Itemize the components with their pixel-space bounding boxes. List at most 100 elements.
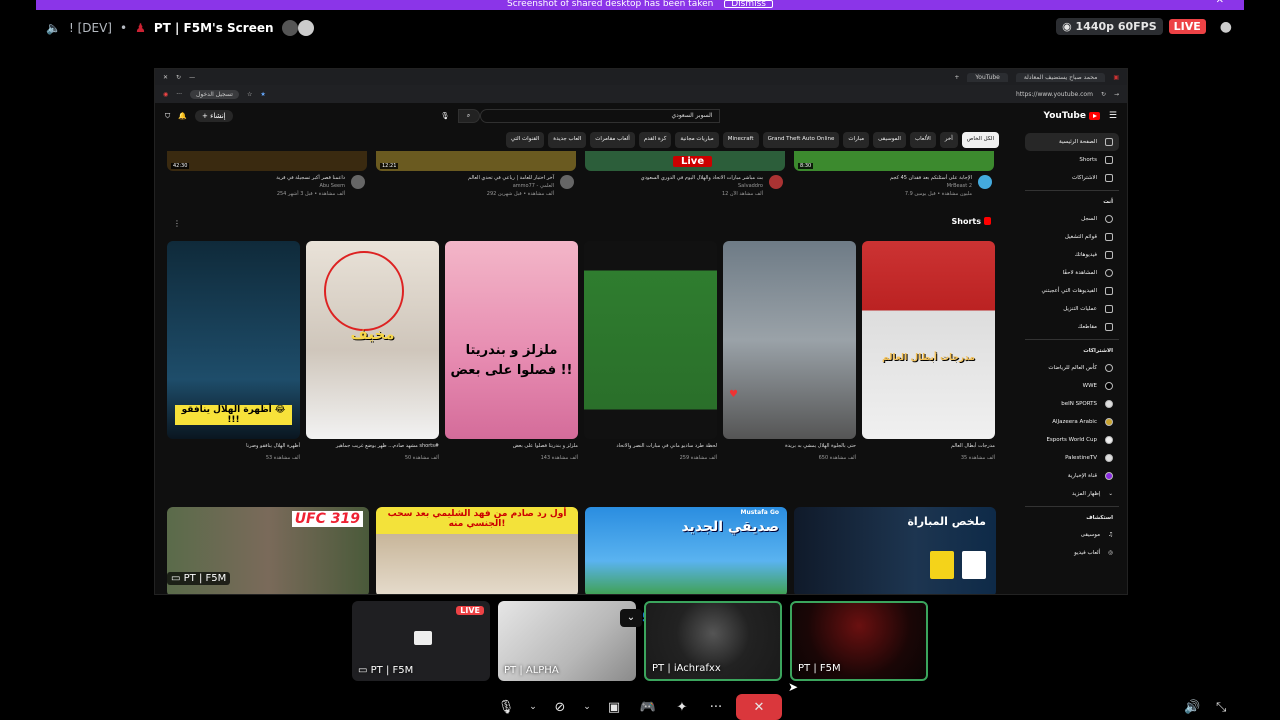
participant-tile[interactable]: PT | F5M [790,601,928,681]
close-icon[interactable]: ✕ [163,74,168,81]
video-thumbnail[interactable]: Live [585,151,785,171]
chevron-down-icon[interactable]: ⌄ [580,694,594,720]
chip[interactable]: Minecraft [722,132,759,148]
mic-icon[interactable]: 🎙 [441,112,450,120]
participant-tile[interactable]: PT | ALPHA [498,601,636,681]
chip[interactable]: الموسيقى [873,132,906,148]
short-thumbnail[interactable]: ملزلز و بندريتا فصلوا على بعض !! [445,241,578,439]
star-icon[interactable]: ★ [260,91,265,98]
camera-off-icon[interactable]: ⊘ [546,694,574,720]
new-tab-icon[interactable]: + [954,74,959,81]
chip[interactable]: ألعاب مقامرات [590,132,635,148]
mic-icon[interactable]: 🎙 [492,694,520,720]
chevron-down-icon[interactable]: ⌄ [526,694,540,720]
activity-icon[interactable]: 🎮 [634,694,662,720]
sidebar-item-playlists[interactable]: قوائم التشغيل [1025,228,1119,246]
bell-icon[interactable]: 🔔 [178,112,187,120]
volume-icon[interactable]: 🔊 [1184,700,1200,715]
hamburger-icon[interactable]: ☰ [1109,111,1117,121]
sidebar-sub[interactable]: AlJazeera Arabic [1025,413,1119,431]
video-thumbnail[interactable]: Mustafa Go صديقي الجديد [585,507,787,594]
search-icon[interactable]: ⌕ [457,109,480,123]
chip[interactable]: العاب جديدة [548,132,587,148]
forward-icon[interactable]: → [1114,91,1119,98]
search-input[interactable]: السوبر السعودي [479,109,720,123]
participant-tile[interactable]: LIVE ▭ PT | F5M [352,601,490,681]
bookmark-icon[interactable]: ☆ [247,91,252,98]
channel-avatar[interactable] [351,175,365,189]
more-options-icon[interactable]: ··· [702,694,730,720]
participant-tile[interactable]: PT | iAchrafxx [644,601,782,681]
chip[interactable]: الألعاب [909,132,936,148]
sidebar-item-shorts[interactable]: Shorts [1025,151,1119,169]
shared-screen[interactable]: ✕ ↻ — + YouTube محمد صباح يستضيف المعادل… [154,68,1128,595]
live-badge: LIVE [1168,19,1206,34]
sidebar-item-music[interactable]: موسيقى ♫ [1025,526,1119,544]
chip[interactable]: مباريات مجانية [675,132,719,148]
sidebar-sub[interactable]: beIN SPORTS [1025,395,1119,413]
create-button[interactable]: + إنشاء [194,110,233,122]
sidebar-sub[interactable]: WWE [1025,377,1119,395]
youtube-logo[interactable]: YouTube ☰ [1044,111,1117,121]
sidebar-item-gaming[interactable]: ألعاب فيديو ◎ [1025,544,1119,562]
menu-icon[interactable]: ··· [176,91,182,98]
more-options-icon[interactable]: ⋮ [173,219,181,228]
exit-fullscreen-icon[interactable]: ⤡ [1216,700,1226,715]
sidebar-sub[interactable]: كأس العالم للرياضات [1025,359,1119,377]
browser-tab-other[interactable]: محمد صباح يستضيف المعادلة [1015,72,1106,82]
account-icon[interactable]: ⛉ [165,112,170,121]
sidebar-sub[interactable]: PalestineTV [1025,449,1119,467]
chip[interactable]: القنوات التي [505,132,545,148]
video-thumbnail[interactable]: 8:30 [794,151,994,171]
browser-logo-icon: ◉ [163,90,169,98]
sidebar-section-you[interactable]: أنت [1025,194,1119,210]
soundboard-icon[interactable]: ✦ [668,694,696,720]
short-thumbnail[interactable]: مدرجات أبطال العالم [862,241,995,439]
close-icon[interactable]: ✕ [1216,0,1224,6]
chip[interactable]: Grand Theft Auto Online [762,132,840,148]
channel-avatar[interactable] [769,175,783,189]
sidebar-show-more[interactable]: إظهار المزيد ⌄ [1025,485,1119,503]
screen-share-icon[interactable]: ▣ [600,694,628,720]
channel-avatar[interactable] [560,175,574,189]
chip[interactable]: آخر [939,132,958,148]
window-controls[interactable]: ▣ [1113,74,1119,81]
video-thumbnail[interactable]: أول رد صادم من فهد الشليمي بعد سحب الجنس… [376,507,578,594]
channel-avatar[interactable] [978,175,992,189]
video-thumbnail[interactable]: ملخص المباراة [794,507,996,594]
video-meta: بث مباشر مبارات الاتحاد والهلال اليوم في… [585,175,785,197]
speaker-icon[interactable]: 🔈 [46,21,61,35]
sidebar-item-history[interactable]: السجل [1025,210,1119,228]
sidebar-item-clips[interactable]: مقاطعك [1025,318,1119,336]
short-thumbnail[interactable]: ♥ [723,241,856,439]
video-meta: داعمنا قصر أكبر تسجيلة في قرية Abu Seem 25… [167,175,367,197]
login-button[interactable]: تسجيل الدخول [189,89,239,99]
short-thumbnail[interactable] [584,241,717,439]
chip[interactable]: مبارات [843,132,870,148]
chip[interactable]: كرة القدم [638,132,672,148]
sidebar-item-liked[interactable]: الفيديوهات التي أعجبتني [1025,282,1119,300]
banner-dismiss-button[interactable]: Dismiss [724,0,773,9]
short-thumbnail[interactable]: مخيف [306,241,439,439]
sidebar-sub[interactable]: Esports World Cup [1025,431,1119,449]
end-call-button[interactable]: ✕ [736,694,782,720]
short-thumbnail[interactable]: أظهرة الهلال ينافقو 😂 !!! [167,241,300,439]
video-thumbnail[interactable]: 42:30 [167,151,367,171]
browser-tab-youtube[interactable]: YouTube [967,72,1008,82]
url-field[interactable]: https://www.youtube.com [1016,91,1093,98]
reload-icon[interactable]: ↻ [1101,91,1106,98]
minimize-icon[interactable]: — [189,74,195,81]
sidebar-item-home[interactable]: الصفحة الرئيسية [1025,133,1119,151]
video-row: UFC 319 أول رد صادم من فهد الشليمي بعد س… [167,507,997,594]
sidebar-sub[interactable]: قناة الإخبارية [1025,467,1119,485]
chip[interactable]: الكل الخاص [961,132,999,148]
chevron-down-icon[interactable]: ⌄ [620,609,642,627]
subscriptions-icon [1105,174,1113,182]
reload-icon[interactable]: ↻ [176,74,181,81]
video-thumbnail[interactable]: 12:21 [376,151,576,171]
sidebar-item-watch-later[interactable]: المشاهدة لاحقًا [1025,264,1119,282]
sidebar-item-subscriptions[interactable]: الاشتراكات [1025,169,1119,187]
chat-icon[interactable]: ● [1220,19,1232,35]
sidebar-item-downloads[interactable]: عمليات التنزيل [1025,300,1119,318]
sidebar-item-your-videos[interactable]: فيديوهاتك [1025,246,1119,264]
